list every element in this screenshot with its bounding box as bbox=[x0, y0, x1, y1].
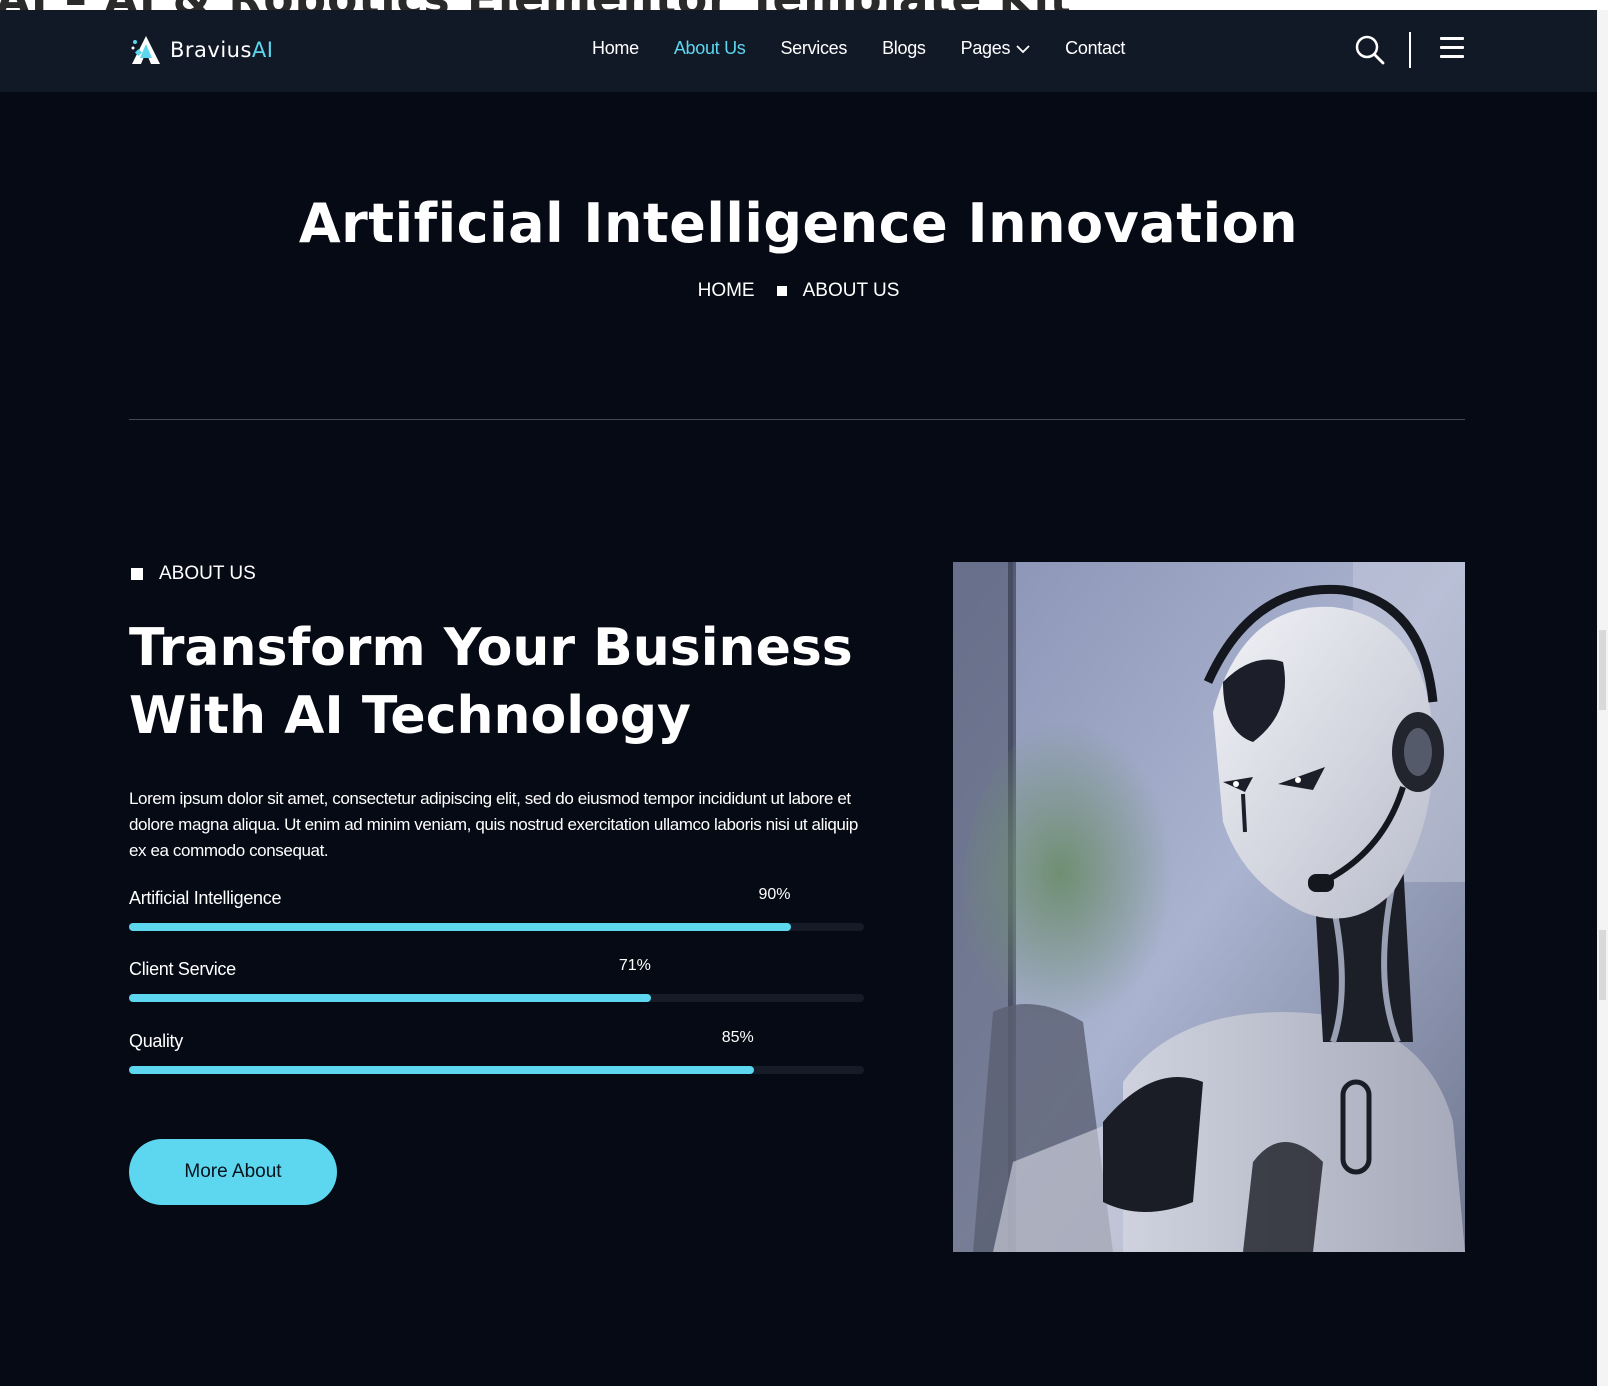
section-divider bbox=[129, 419, 1465, 420]
site-header: BraviusAI Home About Us Services Blogs P… bbox=[0, 10, 1597, 92]
progress-track bbox=[129, 1066, 864, 1074]
breadcrumb-separator bbox=[776, 286, 787, 296]
nav-pages[interactable]: Pages bbox=[961, 38, 1031, 59]
progress-fill bbox=[129, 1066, 754, 1074]
skill-label: Client Service bbox=[129, 959, 236, 979]
square-icon bbox=[131, 568, 143, 580]
skill-label: Artificial Intelligence bbox=[129, 888, 282, 908]
logo-text: BraviusAI bbox=[170, 38, 274, 62]
section-heading: Transform Your Business With AI Technolo… bbox=[129, 618, 853, 746]
nav-home[interactable]: Home bbox=[592, 38, 639, 59]
skill-value: 85% bbox=[721, 1029, 754, 1046]
progress-track bbox=[129, 994, 864, 1002]
search-icon[interactable] bbox=[1354, 34, 1386, 66]
nav-services[interactable]: Services bbox=[780, 38, 847, 59]
logo[interactable]: BraviusAI bbox=[130, 34, 273, 66]
chevron-down-icon bbox=[1016, 44, 1030, 53]
breadcrumb-home[interactable]: HOME bbox=[698, 280, 755, 302]
progress-fill bbox=[129, 994, 651, 1002]
nav-about-us[interactable]: About Us bbox=[674, 38, 746, 59]
menu-icon[interactable] bbox=[1439, 35, 1465, 61]
section-tag: ABOUT US bbox=[131, 563, 256, 585]
section-paragraph: Lorem ipsum dolor sit amet, consectetur … bbox=[129, 789, 858, 860]
nav-blogs[interactable]: Blogs bbox=[882, 38, 926, 59]
main-nav: Home About Us Services Blogs Pages Conta… bbox=[592, 38, 1160, 59]
right-edge-strip bbox=[1597, 10, 1608, 1386]
page-title: Artificial Intelligence Innovation bbox=[298, 192, 1299, 255]
breadcrumb: HOME ABOUT US bbox=[0, 280, 1597, 302]
logo-icon bbox=[131, 36, 160, 64]
skill-quality: Quality 85% bbox=[129, 1029, 864, 1085]
skill-artificial-intelligence: Artificial Intelligence 90% bbox=[129, 886, 864, 942]
breadcrumb-current: ABOUT US bbox=[802, 280, 900, 301]
skill-value: 71% bbox=[618, 957, 651, 974]
skill-client-service: Client Service 71% bbox=[129, 957, 864, 1013]
nav-contact[interactable]: Contact bbox=[1065, 38, 1125, 59]
robot-image bbox=[953, 562, 1465, 1252]
progress-fill bbox=[129, 923, 791, 931]
page: BraviusAI Home About Us Services Blogs P… bbox=[0, 10, 1597, 1386]
progress-track bbox=[129, 923, 864, 931]
skill-label: Quality bbox=[129, 1031, 183, 1051]
header-divider bbox=[1409, 32, 1411, 68]
more-about-button[interactable]: More About bbox=[129, 1139, 337, 1205]
skill-value: 90% bbox=[758, 886, 791, 903]
section-tag-label: ABOUT US bbox=[159, 563, 256, 584]
